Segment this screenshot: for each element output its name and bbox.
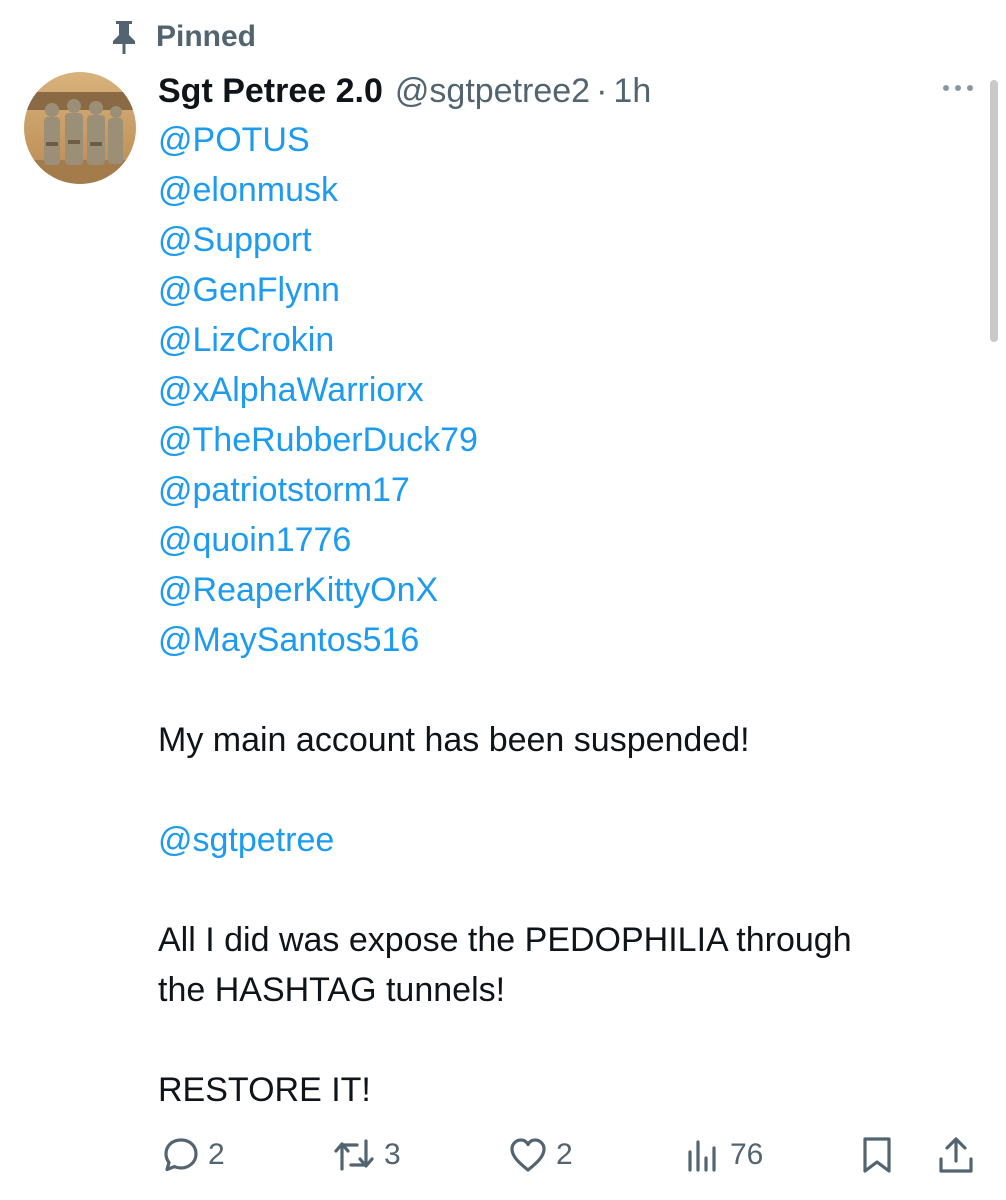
mention-link[interactable]: @POTUS <box>158 115 978 165</box>
mention-link[interactable]: @Support <box>158 215 978 265</box>
mention-link[interactable]: @elonmusk <box>158 165 978 215</box>
tweet-paragraph: RESTORE IT! <box>158 1071 371 1109</box>
like-button[interactable]: 2 <box>508 1128 573 1182</box>
more-options-icon[interactable] <box>938 76 978 100</box>
scrollbar[interactable] <box>990 80 998 342</box>
separator-dot: · <box>596 71 608 110</box>
repost-icon <box>332 1136 376 1174</box>
views-icon <box>684 1136 722 1174</box>
reply-count: 2 <box>208 1138 225 1171</box>
author-handle[interactable]: @sgtpetree2 <box>395 72 590 111</box>
mention-link[interactable]: @quoin1776 <box>158 515 978 565</box>
share-icon <box>936 1135 976 1175</box>
tweet-paragraph: My main account has been suspended! <box>158 721 750 759</box>
tweet-paragraph-line: All I did was expose the PEDOPHILIA thro… <box>158 921 852 959</box>
mention-link[interactable]: @TheRubberDuck79 <box>158 415 978 465</box>
views-count: 76 <box>730 1138 764 1171</box>
pinned-indicator: Pinned <box>108 14 256 60</box>
like-count: 2 <box>556 1138 573 1171</box>
linked-handle[interactable]: @sgtpetree <box>158 815 978 865</box>
action-bar: 2 3 2 76 <box>158 1128 988 1182</box>
mention-link[interactable]: @xAlphaWarriorx <box>158 365 978 415</box>
heart-icon <box>508 1136 548 1174</box>
tweet-header: Sgt Petree 2.0 @sgtpetree2 · 1h <box>158 68 651 114</box>
mention-link[interactable]: @LizCrokin <box>158 315 978 365</box>
tweet-text: @POTUS @elonmusk @Support @GenFlynn @Liz… <box>158 115 978 1115</box>
bookmark-icon <box>858 1135 896 1175</box>
mention-link[interactable]: @GenFlynn <box>158 265 978 315</box>
mention-link[interactable]: @MaySantos516 <box>158 615 978 665</box>
reply-button[interactable]: 2 <box>162 1128 225 1182</box>
pinned-label: Pinned <box>156 20 257 53</box>
pin-icon <box>108 19 140 55</box>
share-button[interactable] <box>936 1128 976 1182</box>
tweet-paragraph-line: the HASHTAG tunnels! <box>158 971 506 1009</box>
reply-icon <box>162 1136 200 1174</box>
views-button[interactable]: 76 <box>684 1128 763 1182</box>
repost-count: 3 <box>384 1138 401 1171</box>
mention-link[interactable]: @patriotstorm17 <box>158 465 978 515</box>
author-display-name[interactable]: Sgt Petree 2.0 <box>158 72 383 111</box>
mention-link[interactable]: @ReaperKittyOnX <box>158 565 978 615</box>
timestamp[interactable]: 1h <box>613 72 651 111</box>
avatar[interactable] <box>24 72 136 184</box>
bookmark-button[interactable] <box>858 1128 896 1182</box>
repost-button[interactable]: 3 <box>332 1128 401 1182</box>
